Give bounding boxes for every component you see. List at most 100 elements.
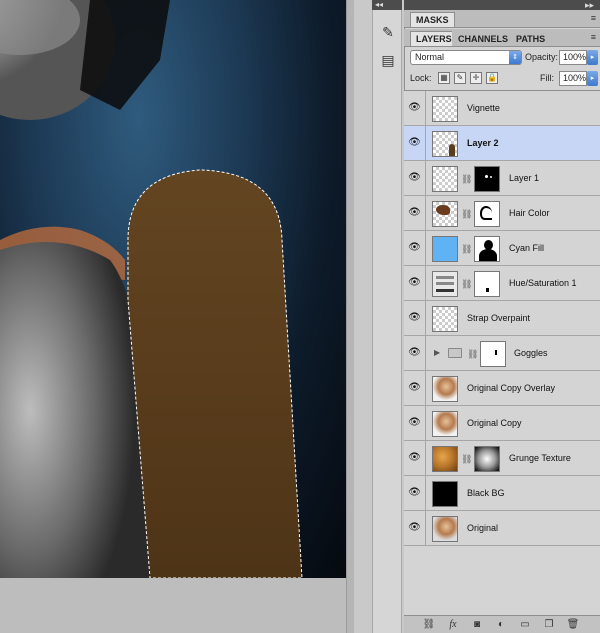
layer-mask-thumbnail[interactable] xyxy=(474,201,500,227)
fill-label: Fill: xyxy=(540,73,554,83)
layer-thumbnail xyxy=(432,201,458,227)
eye-icon[interactable]: 👁 xyxy=(404,126,426,160)
layer-mask-thumbnail[interactable] xyxy=(480,341,506,367)
eye-icon[interactable]: 👁 xyxy=(404,406,426,440)
lock-image-icon[interactable]: ✎ xyxy=(454,72,466,84)
layer-thumbnail xyxy=(432,411,458,437)
panel-menu-icon[interactable]: ≡ xyxy=(591,32,596,42)
tab-paths[interactable]: PATHS xyxy=(510,31,552,46)
eye-icon[interactable]: 👁 xyxy=(404,371,426,405)
opacity-value: 100% xyxy=(563,52,587,62)
adjustment-pen-icon[interactable]: ✎ xyxy=(378,22,398,42)
layer-thumbnail xyxy=(432,236,458,262)
collapse-dock-icon[interactable]: ◂◂ xyxy=(372,0,402,10)
blend-row: Normal ⇕ Opacity: 100% ▸ xyxy=(404,48,600,68)
chain-link-icon[interactable]: ⛓ xyxy=(461,174,472,185)
canvas-scroll-edge[interactable] xyxy=(346,0,354,633)
document-canvas[interactable] xyxy=(0,0,346,578)
eye-icon[interactable]: 👁 xyxy=(404,511,426,545)
lock-label: Lock: xyxy=(410,73,432,83)
masks-tabbar: MASKS ≡ xyxy=(404,10,600,28)
eye-icon[interactable]: 👁 xyxy=(404,91,426,125)
layers-tabbar: LAYERS CHANNELS PATHS ≡ xyxy=(404,29,600,47)
fx-icon[interactable]: fx xyxy=(446,618,460,632)
photoshop-window: ◂◂ ✎ ▤ ▸▸ MASKS ≡ LAYERS CHANNELS PATHS … xyxy=(0,0,600,633)
blend-mode-select[interactable]: Normal ⇕ xyxy=(410,50,522,65)
eye-icon[interactable]: 👁 xyxy=(404,441,426,475)
fill-slider-icon[interactable]: ▸ xyxy=(587,71,598,86)
new-layer-icon[interactable]: ❐ xyxy=(542,618,556,632)
layer-row[interactable]: 👁 ⛓ Hair Color xyxy=(404,196,600,231)
chain-link-icon[interactable]: ⛓ xyxy=(467,349,478,360)
layer-row[interactable]: 👁 ⛓ Cyan Fill xyxy=(404,231,600,266)
layer-name: Cyan Fill xyxy=(509,243,545,253)
layer-row[interactable]: 👁 ⛓ Grunge Texture xyxy=(404,441,600,476)
layer-mask-thumbnail[interactable] xyxy=(474,236,500,262)
tab-masks[interactable]: MASKS xyxy=(410,12,455,27)
canvas-pasteboard xyxy=(0,578,346,633)
lock-all-icon[interactable]: 🔒 xyxy=(486,72,498,84)
layer-name: Original Copy xyxy=(467,418,522,428)
add-mask-icon[interactable]: ◙ xyxy=(470,618,484,632)
tab-channels[interactable]: CHANNELS xyxy=(452,31,515,46)
layer-mask-thumbnail[interactable] xyxy=(474,446,500,472)
layers-list: 👁 Vignette 👁 Layer 2 👁 ⛓ Layer 1 👁 ⛓ Hai… xyxy=(404,90,600,615)
chain-link-icon[interactable]: ⛓ xyxy=(461,454,472,465)
layer-name: Layer 2 xyxy=(467,138,499,148)
lock-transparent-icon[interactable]: ▦ xyxy=(438,72,450,84)
layer-thumbnail xyxy=(432,166,458,192)
layer-row[interactable]: 👁 Strap Overpaint xyxy=(404,301,600,336)
hue-saturation-icon xyxy=(432,271,458,297)
layer-row-selected[interactable]: 👁 Layer 2 xyxy=(404,126,600,161)
opacity-input[interactable]: 100% ▸ xyxy=(559,50,598,65)
fill-value: 100% xyxy=(563,73,587,83)
eye-icon[interactable]: 👁 xyxy=(404,336,426,370)
folder-icon xyxy=(448,348,462,358)
chain-link-icon[interactable]: ⛓ xyxy=(461,279,472,290)
tab-layers[interactable]: LAYERS xyxy=(410,31,458,46)
layer-thumbnail xyxy=(432,131,458,157)
layer-row[interactable]: 👁 ⛓ Layer 1 xyxy=(404,161,600,196)
eye-icon[interactable]: 👁 xyxy=(404,231,426,265)
layer-row[interactable]: 👁 Vignette xyxy=(404,91,600,126)
layer-name: Black BG xyxy=(467,488,505,498)
link-icon[interactable]: ⛓ xyxy=(422,618,436,632)
document-stack-icon[interactable]: ▤ xyxy=(378,50,398,70)
layer-row[interactable]: 👁 Original xyxy=(404,511,600,546)
layer-row[interactable]: 👁 Original Copy xyxy=(404,406,600,441)
layer-thumbnail xyxy=(432,516,458,542)
layer-thumbnail xyxy=(432,306,458,332)
lock-position-icon[interactable]: ✛ xyxy=(470,72,482,84)
eye-icon[interactable]: 👁 xyxy=(404,196,426,230)
expand-group-icon[interactable]: ▶ xyxy=(434,336,440,370)
group-icon[interactable]: ▭ xyxy=(518,618,532,632)
eye-icon[interactable]: 👁 xyxy=(404,266,426,300)
layer-name: Original xyxy=(467,523,499,533)
blend-mode-value: Normal xyxy=(415,52,445,62)
opacity-slider-icon[interactable]: ▸ xyxy=(587,50,598,65)
panel-menu-icon[interactable]: ≡ xyxy=(591,13,596,23)
eye-icon[interactable]: 👁 xyxy=(404,301,426,335)
eye-icon[interactable]: 👁 xyxy=(404,476,426,510)
layer-mask-thumbnail[interactable] xyxy=(474,166,500,192)
adjustment-icon[interactable]: ◐ xyxy=(494,618,508,632)
layers-bottom-bar: ⛓ fx ◙ ◐ ▭ ❐ 🗑 xyxy=(404,615,600,633)
layer-group-row[interactable]: 👁 ▶ ⛓ Goggles xyxy=(404,336,600,371)
fill-input[interactable]: 100% ▸ xyxy=(559,71,598,86)
layer-row[interactable]: 👁 Original Copy Overlay xyxy=(404,371,600,406)
chain-link-icon[interactable]: ⛓ xyxy=(461,244,472,255)
layer-row[interactable]: 👁 Black BG xyxy=(404,476,600,511)
layer-row[interactable]: 👁 ⛓ Hue/Saturation 1 xyxy=(404,266,600,301)
lock-row: Lock: 100% ▸ Fill: xyxy=(404,68,600,90)
layer-thumbnail xyxy=(432,446,458,472)
layer-name: Grunge Texture xyxy=(509,453,571,463)
layer-mask-thumbnail[interactable] xyxy=(474,271,500,297)
eye-icon[interactable]: 👁 xyxy=(404,161,426,195)
panel-header[interactable]: ▸▸ xyxy=(404,0,600,10)
chain-link-icon[interactable]: ⛓ xyxy=(461,209,472,220)
layer-name: Strap Overpaint xyxy=(467,313,531,323)
layer2-selection-shape xyxy=(127,169,303,578)
layer-name: Vignette xyxy=(467,103,500,113)
layer-thumbnail xyxy=(432,376,458,402)
trash-icon[interactable]: 🗑 xyxy=(566,618,580,632)
